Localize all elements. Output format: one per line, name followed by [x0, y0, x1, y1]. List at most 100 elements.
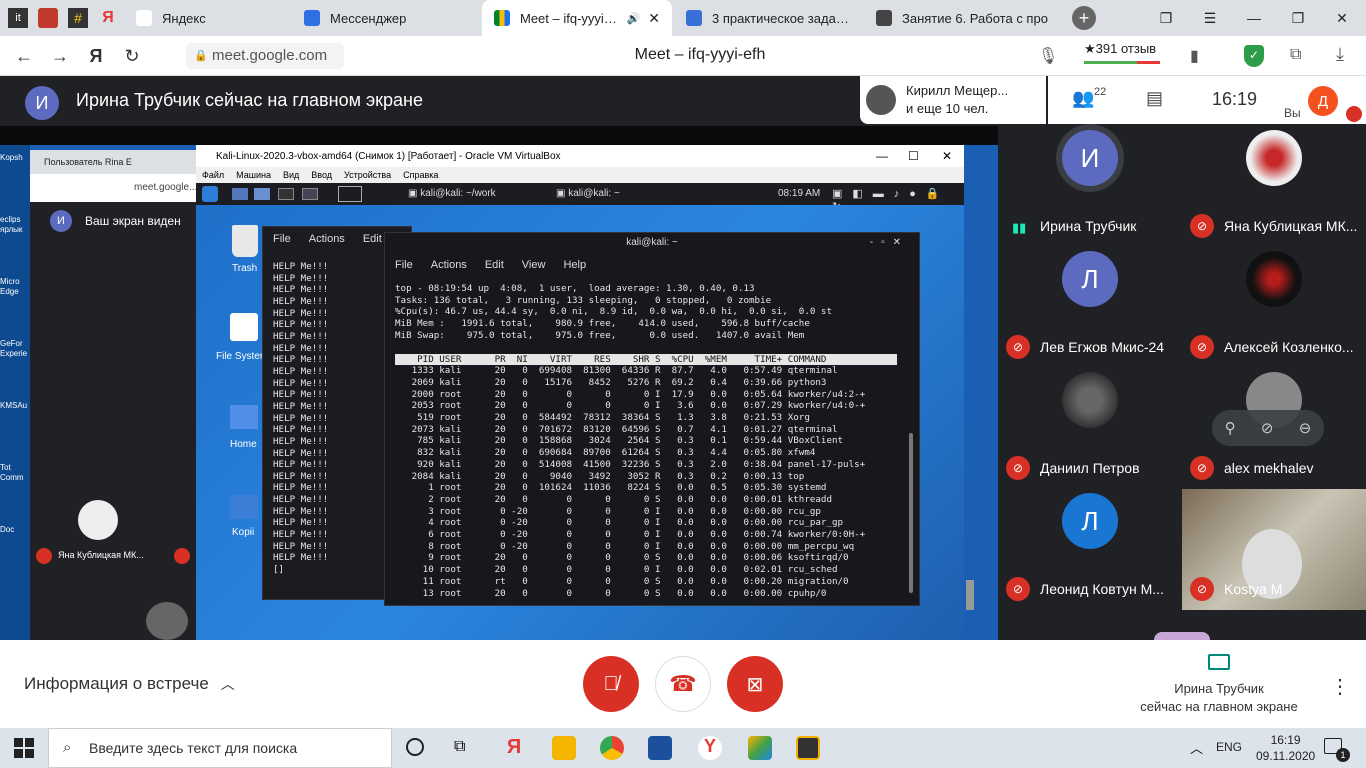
pinned-tab-red-icon[interactable] — [38, 8, 58, 28]
participant-tile[interactable]: И ▮▮ Ирина Трубчик — [998, 126, 1182, 247]
filesystem-icon[interactable] — [230, 313, 258, 341]
panel-task-work[interactable]: ▣ kali@kali: ~/work — [408, 188, 496, 199]
participant-tile-video[interactable]: ⊘ Kostya M — [1182, 489, 1366, 610]
files-icon[interactable] — [254, 188, 270, 200]
virtualbox-icon[interactable] — [648, 736, 672, 760]
term2-menu-help[interactable]: Help — [563, 259, 586, 271]
workspace-icon[interactable] — [232, 188, 248, 200]
extensions-icon[interactable]: ⧉ — [1290, 46, 1301, 64]
inner-tab[interactable]: Пользователь Rina E — [30, 150, 196, 174]
forward-button[interactable]: → — [42, 36, 78, 76]
chat-icon[interactable]: ▤ — [1146, 88, 1163, 109]
task-view-icon[interactable]: ⧉ — [454, 738, 465, 756]
tab-yandex[interactable]: Яндекс — [124, 0, 292, 36]
people-card[interactable]: Кирилл Мещер... и еще 10 чел. — [860, 76, 1046, 124]
term2-menu-actions[interactable]: Actions — [431, 259, 467, 271]
pin-icon[interactable]: ⚲ — [1225, 419, 1236, 437]
leave-call-button[interactable]: ☎ — [655, 656, 711, 712]
term1-menu-file[interactable]: File — [273, 233, 291, 245]
participant-tile[interactable]: ⊘ Алексей Козленко... — [1182, 247, 1366, 368]
vbox-close-button[interactable]: ✕ — [942, 149, 952, 163]
term2-menu-edit[interactable]: Edit — [485, 259, 504, 271]
vbox-menu-view[interactable]: Вид — [283, 170, 299, 180]
close-window-button[interactable]: ✕ — [1320, 0, 1364, 36]
terminal-top-window[interactable]: kali@kali: ~ -▫✕ File Actions Edit View … — [384, 232, 920, 606]
microphone-icon[interactable]: 🎙 — [1038, 46, 1058, 66]
yandex-home-icon[interactable]: Я — [78, 36, 114, 76]
paint-icon[interactable] — [748, 736, 772, 760]
site-rating[interactable]: ★391 отзыв — [1084, 41, 1160, 64]
vbox-menu-devices[interactable]: Устройства — [344, 170, 391, 180]
home-folder-icon[interactable] — [230, 405, 258, 429]
back-button[interactable]: ← — [6, 36, 42, 76]
app-2-6-icon[interactable] — [796, 736, 820, 760]
cortana-icon[interactable] — [406, 738, 424, 756]
vbox-menu-machine[interactable]: Машина — [236, 170, 271, 180]
language-indicator[interactable]: ENG — [1216, 740, 1242, 754]
participant-tile[interactable]: Л ⊘ Лев Егжов Мкис-24 — [998, 247, 1182, 368]
trash-icon[interactable] — [232, 225, 258, 257]
restore-button[interactable]: ❐ — [1276, 0, 1320, 36]
taskbar-search-input[interactable]: ⌕ Введите здесь текст для поиска — [48, 728, 392, 768]
inner-participant-avatar-2 — [146, 602, 188, 640]
term2-scrollbar[interactable] — [909, 433, 913, 593]
people-icon[interactable]: 👥 — [1072, 88, 1094, 109]
pinned-tab-hash-icon[interactable]: # — [68, 8, 88, 28]
panel-task-home[interactable]: ▣ kali@kali: ~ — [556, 188, 620, 199]
inner-url[interactable]: meet.google... — [30, 174, 197, 202]
show-hidden-icons[interactable]: ︿ — [1190, 738, 1203, 757]
more-options-icon[interactable]: ⋮ — [1330, 674, 1350, 699]
tab-manager-icon[interactable]: ❐ — [1144, 0, 1188, 36]
url-field[interactable]: 🔒 meet.google.com — [186, 43, 344, 69]
participant-tile[interactable]: ⊘ Даниил Петров — [998, 368, 1182, 489]
tab-messenger[interactable]: Мессенджер — [292, 0, 480, 36]
vbox-minimize-button[interactable]: — — [876, 149, 888, 163]
yandex-icon[interactable]: Y — [698, 736, 722, 760]
term2-window-buttons[interactable]: -▫✕ — [870, 233, 909, 253]
term2-menu-file[interactable]: File — [395, 259, 413, 271]
chrome-icon[interactable] — [600, 736, 624, 760]
audio-playing-icon[interactable]: 🔊 — [627, 12, 641, 25]
menu-icon[interactable]: ☰ — [1188, 0, 1232, 36]
taskbar-clock[interactable]: 16:19 09.11.2020 — [1256, 732, 1315, 764]
vbox-menu-file[interactable]: Файл — [202, 170, 224, 180]
participant-tile[interactable]: ⊘ Яна Кублицкая МК... — [1182, 126, 1366, 247]
term1-menu-actions[interactable]: Actions — [309, 233, 345, 245]
download-icon[interactable]: ⤓ — [1336, 44, 1344, 65]
minimize-button[interactable]: — — [1232, 0, 1276, 36]
vbox-maximize-button[interactable]: ☐ — [908, 149, 919, 163]
terminal-launcher-icon[interactable] — [278, 188, 294, 200]
yandex-browser-icon[interactable]: Я — [502, 736, 526, 760]
windows-start-icon[interactable] — [14, 738, 34, 758]
inner-mic-off-icon-2 — [174, 548, 190, 564]
browser-launcher-icon[interactable] — [302, 188, 318, 200]
show-desktop-icon[interactable] — [338, 186, 362, 202]
tab-meet[interactable]: Meet – ifq-yyyi-efh 🔊 ✕ — [482, 0, 672, 36]
vbox-menu-help[interactable]: Справка — [403, 170, 438, 180]
file-explorer-icon[interactable] — [552, 736, 576, 760]
pinned-tab-yandex-icon[interactable]: Я — [98, 8, 118, 28]
pinned-tab-it[interactable]: it — [8, 8, 28, 28]
term2-menu-view[interactable]: View — [522, 259, 546, 271]
term1-menu-edit[interactable]: Edit — [363, 233, 382, 245]
participant-tile[interactable]: Л ⊘ Леонид Ковтун М... — [998, 489, 1182, 610]
tab-lesson[interactable]: Занятие 6. Работа с про — [864, 0, 1060, 36]
meeting-details-button[interactable]: Информация о встрече ︿ — [24, 674, 235, 694]
toggle-mic-button[interactable]: 🎙̸ — [583, 656, 639, 712]
remove-participant-icon[interactable]: ⊖ — [1299, 419, 1312, 437]
tab-practical[interactable]: 3 практическое задание — [674, 0, 862, 36]
tab-close-icon[interactable]: ✕ — [648, 10, 660, 27]
vbox-menu-input[interactable]: Ввод — [311, 170, 332, 180]
protect-shield-icon[interactable]: ✓ — [1244, 45, 1264, 67]
browser-tab-bar: it # Я Яндекс Мессенджер Meet – ifq-yyyi… — [0, 0, 1366, 36]
bookmark-icon[interactable]: ▮ — [1190, 46, 1199, 66]
new-tab-button[interactable]: + — [1072, 6, 1096, 30]
reload-button[interactable]: ↻ — [114, 36, 150, 76]
kopii-folder-icon[interactable] — [230, 495, 258, 519]
toggle-camera-button[interactable]: ⊠ — [727, 656, 783, 712]
mute-participant-icon[interactable]: ⊘ — [1261, 419, 1274, 437]
participant-tile[interactable]: ⚲ ⊘ ⊖ ⊘ alex mekhalev — [1182, 368, 1366, 489]
present-icon[interactable] — [1208, 654, 1230, 670]
meet-clock: 16:19 — [1212, 89, 1258, 109]
kali-menu-icon[interactable] — [202, 186, 218, 202]
